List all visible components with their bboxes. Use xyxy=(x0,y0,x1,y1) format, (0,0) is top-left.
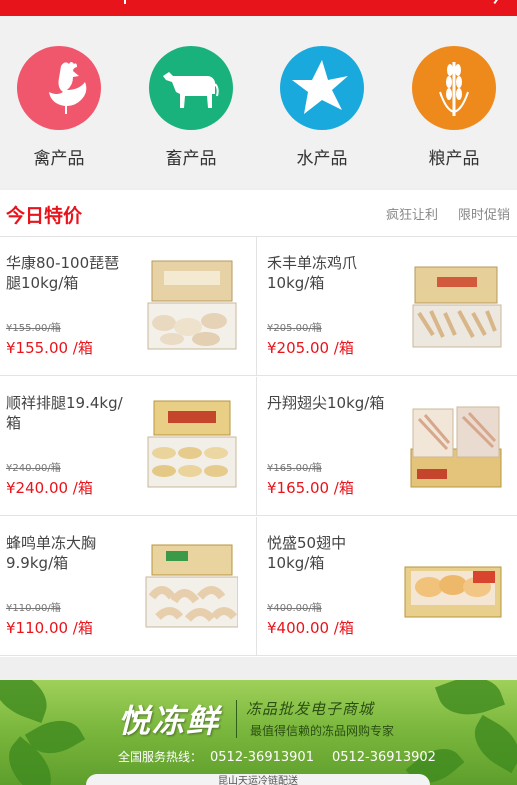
status-bar-mark xyxy=(493,0,499,5)
category-label: 畜产品 xyxy=(165,149,217,169)
original-price: ¥240.00/箱 xyxy=(6,463,61,474)
wheat-icon xyxy=(412,46,496,130)
sale-price: ¥205.00 /箱 xyxy=(267,339,354,357)
category-livestock[interactable]: 畜产品 xyxy=(141,46,241,169)
product-card[interactable]: 顺祥排腿19.4kg/箱 ¥240.00/箱 ¥240.00 /箱 xyxy=(0,377,257,516)
product-image xyxy=(142,537,239,633)
service-hotline: 全国服务热线： 0512-36913901 0512-36913902 xyxy=(118,748,436,765)
section-title: 今日特价 xyxy=(6,205,83,227)
product-grid: 华康80-100琵琶腿10kg/箱 ¥155.00/箱 ¥155.00 /箱 禾… xyxy=(0,237,517,657)
sale-price: ¥155.00 /箱 xyxy=(6,339,93,357)
sale-price: ¥165.00 /箱 xyxy=(267,479,354,497)
tag-crazy-discount[interactable]: 疯狂让利 xyxy=(386,204,438,223)
product-card[interactable]: 蜂鸣单冻大胸9.9kg/箱 ¥110.00/箱 ¥110.00 /箱 xyxy=(0,517,257,656)
product-card[interactable]: 禾丰单冻鸡爪10kg/箱 ¥205.00/箱 ¥205.00 /箱 xyxy=(257,237,517,376)
promo-banner[interactable]: 悦冻鲜 冻品批发电子商城 最值得信赖的冻品网购专家 全国服务热线： 0512-36… xyxy=(0,680,517,785)
product-image xyxy=(142,257,238,353)
delivery-pill: 昆山天运冷链配送 xyxy=(86,774,430,785)
hotline-label: 全国服务热线： xyxy=(118,750,203,764)
category-label: 禽产品 xyxy=(33,149,85,169)
status-bar-mark xyxy=(124,0,126,4)
top-status-bar xyxy=(0,0,517,16)
product-name: 禾丰单冻鸡爪10kg/箱 xyxy=(267,254,358,292)
original-price: ¥110.00/箱 xyxy=(6,603,61,614)
original-price: ¥205.00/箱 xyxy=(267,323,322,334)
category-poultry[interactable]: 禽产品 xyxy=(9,46,109,169)
special-offers-header: 今日特价 疯狂让利 限时促销 xyxy=(0,190,517,237)
cow-icon xyxy=(149,46,233,130)
leaf-decoration xyxy=(0,680,56,724)
banner-subslogan: 最值得信赖的冻品网购专家 xyxy=(250,724,395,738)
leaf-decoration xyxy=(464,714,517,774)
sale-price: ¥110.00 /箱 xyxy=(6,619,93,637)
banner-slogan: 冻品批发电子商城 xyxy=(246,700,375,718)
original-price: ¥155.00/箱 xyxy=(6,323,61,334)
leaf-decoration xyxy=(434,680,506,726)
original-price: ¥165.00/箱 xyxy=(267,463,322,474)
product-card[interactable]: 丹翔翅尖10kg/箱 ¥165.00/箱 ¥165.00 /箱 xyxy=(257,377,517,516)
product-name: 顺祥排腿19.4kg/箱 xyxy=(6,394,123,432)
product-name: 华康80-100琵琶腿10kg/箱 xyxy=(6,254,120,292)
product-image xyxy=(142,397,238,493)
hotline-phone-2: 0512-36913902 xyxy=(331,750,436,765)
product-name: 丹翔翅尖10kg/箱 xyxy=(267,394,385,412)
category-label: 粮产品 xyxy=(428,149,480,169)
product-name: 悦盛50翅中10kg/箱 xyxy=(267,534,347,572)
category-aquatic[interactable]: 水产品 xyxy=(272,46,372,169)
product-card[interactable]: 华康80-100琵琶腿10kg/箱 ¥155.00/箱 ¥155.00 /箱 xyxy=(0,237,257,376)
brand-logo-text: 悦冻鲜 xyxy=(118,702,221,740)
product-name: 蜂鸣单冻大胸9.9kg/箱 xyxy=(6,534,97,572)
category-grain[interactable]: 粮产品 xyxy=(404,46,504,169)
product-image xyxy=(403,537,503,633)
rooster-icon xyxy=(17,46,101,130)
category-section: 禽产品 畜产品 水产品 粮产品 xyxy=(0,16,517,188)
hotline-phone-1: 0512-36913901 xyxy=(210,750,314,765)
category-label: 水产品 xyxy=(296,149,348,169)
product-image xyxy=(407,397,503,493)
original-price: ¥400.00/箱 xyxy=(267,603,322,614)
product-card[interactable]: 悦盛50翅中10kg/箱 ¥400.00/箱 ¥400.00 /箱 xyxy=(257,517,517,656)
starfish-icon xyxy=(280,46,364,130)
product-image xyxy=(407,257,503,353)
banner-divider xyxy=(236,700,237,738)
tag-limited-promo[interactable]: 限时促销 xyxy=(458,204,510,223)
sale-price: ¥240.00 /箱 xyxy=(6,479,93,497)
sale-price: ¥400.00 /箱 xyxy=(267,619,354,637)
